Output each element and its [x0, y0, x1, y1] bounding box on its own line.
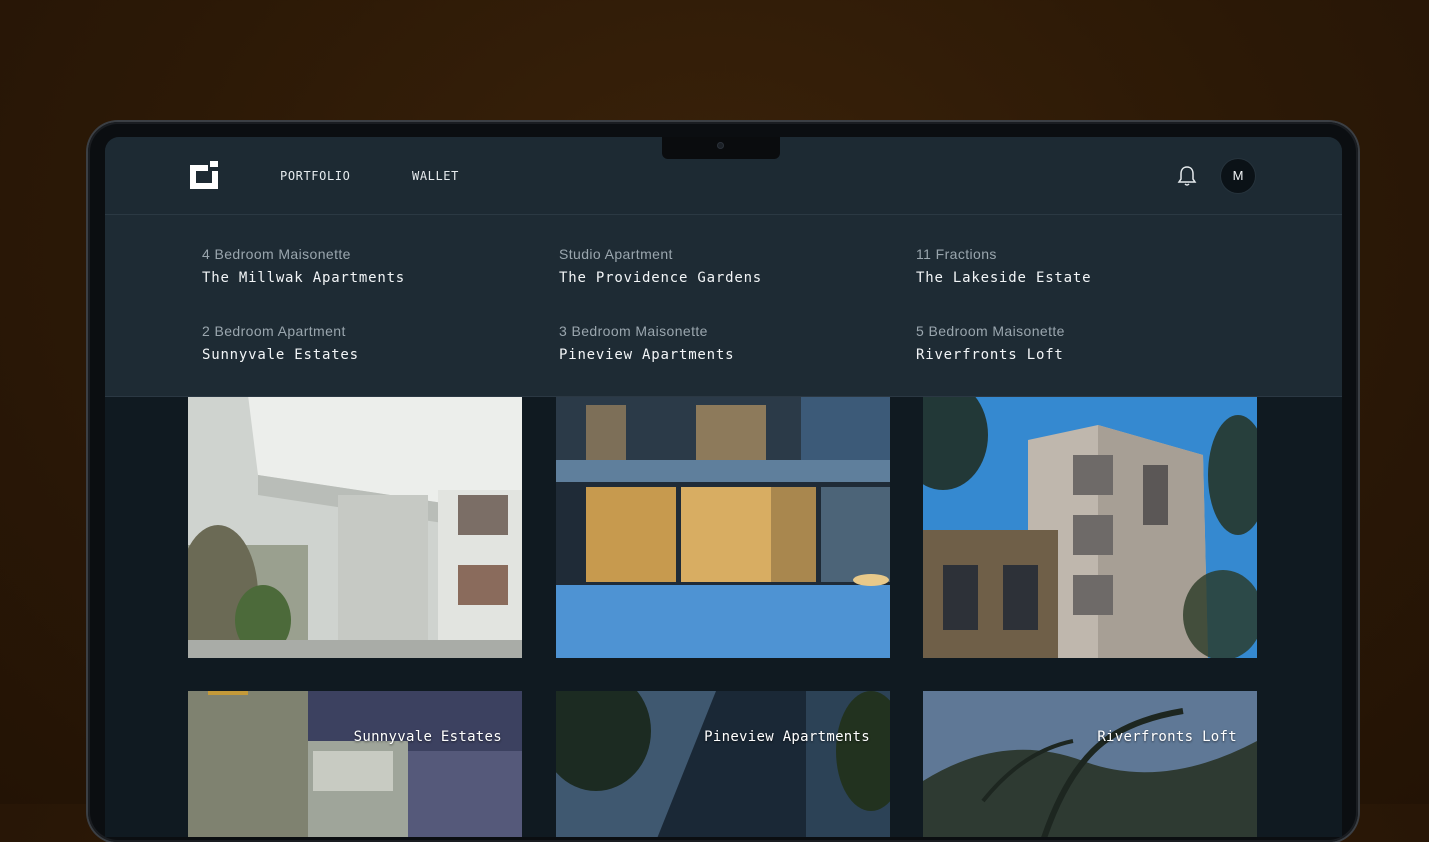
dropdown-item-riverfronts[interactable]: 5 Bedroom Maisonette Riverfronts Loft [916, 323, 1216, 363]
dropdown-item-title: Riverfronts Loft [916, 347, 1064, 363]
building-photo-6 [923, 691, 1257, 837]
property-card-riverfronts[interactable]: Riverfronts Loft [923, 691, 1257, 837]
property-card-image-1[interactable] [188, 395, 522, 658]
dropdown-item-subtitle: 11 Fractions [916, 246, 997, 262]
dropdown-item-title: The Providence Gardens [559, 270, 763, 286]
building-photo-2 [556, 395, 890, 658]
property-card-image-3[interactable] [923, 395, 1257, 658]
user-avatar[interactable]: M [1221, 159, 1255, 193]
dropdown-item-lakeside[interactable]: 11 Fractions The Lakeside Estate [916, 246, 1216, 286]
building-photo-5 [556, 691, 890, 837]
dropdown-item-subtitle: Studio Apartment [559, 246, 673, 262]
dropdown-item-title: Sunnyvale Estates [202, 347, 359, 363]
portfolio-dropdown-menu: 4 Bedroom Maisonette The Millwak Apartme… [105, 215, 1342, 397]
property-card-pineview[interactable]: Pineview Apartments [556, 691, 890, 837]
app-screen: Sunnyvale Estates Pineview Apartments Ri… [105, 137, 1342, 837]
dropdown-item-providence[interactable]: Studio Apartment The Providence Gardens [559, 246, 859, 286]
dropdown-item-subtitle: 4 Bedroom Maisonette [202, 246, 351, 262]
property-card-image-2[interactable] [556, 395, 890, 658]
notification-bell-icon[interactable] [1177, 165, 1197, 187]
nav-link-wallet[interactable]: WALLET [412, 169, 459, 183]
dropdown-item-pineview[interactable]: 3 Bedroom Maisonette Pineview Apartments [559, 323, 859, 363]
dropdown-item-subtitle: 2 Bedroom Apartment [202, 323, 346, 339]
card-label-riverfronts: Riverfronts Loft [1097, 729, 1237, 745]
dropdown-item-sunnyvale[interactable]: 2 Bedroom Apartment Sunnyvale Estates [202, 323, 502, 363]
dropdown-item-subtitle: 5 Bedroom Maisonette [916, 323, 1065, 339]
dropdown-item-subtitle: 3 Bedroom Maisonette [559, 323, 708, 339]
webcam-icon [717, 142, 724, 149]
dropdown-item-title: The Millwak Apartments [202, 270, 406, 286]
nav-link-portfolio[interactable]: PORTFOLIO [280, 169, 350, 183]
card-label-sunnyvale: Sunnyvale Estates [353, 729, 502, 745]
property-card-sunnyvale[interactable]: Sunnyvale Estates [188, 691, 522, 837]
dropdown-item-title: Pineview Apartments [559, 347, 735, 363]
dropdown-item-title: The Lakeside Estate [916, 270, 1092, 286]
building-photo-3 [923, 395, 1257, 658]
brand-logo-icon[interactable] [190, 161, 218, 189]
building-photo-1 [188, 395, 522, 658]
card-label-pineview: Pineview Apartments [704, 729, 870, 745]
building-photo-4 [188, 691, 522, 837]
camera-notch [662, 137, 780, 159]
dropdown-item-millwak[interactable]: 4 Bedroom Maisonette The Millwak Apartme… [202, 246, 502, 286]
